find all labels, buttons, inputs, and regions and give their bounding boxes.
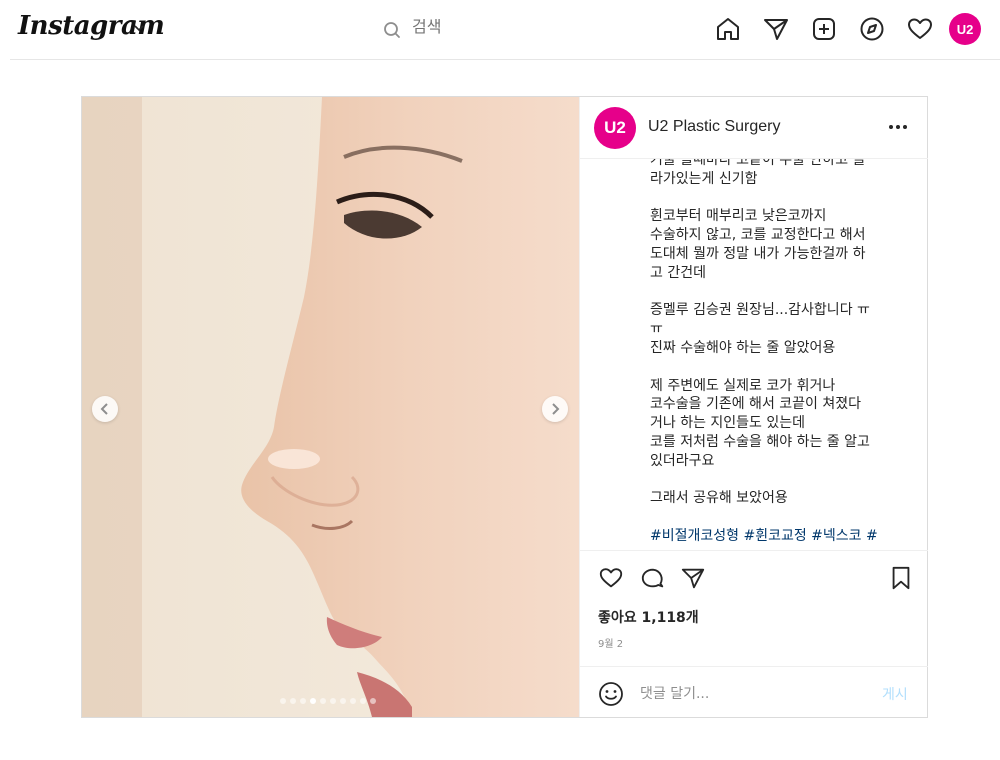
search-icon [384,22,400,38]
author-username[interactable]: U2 Plastic Surgery [648,118,781,136]
profile-avatar[interactable]: U2 [949,13,981,45]
carousel-dot [280,698,286,704]
post-comment-button[interactable]: 게시 [882,684,908,704]
caption-scroll-area[interactable]: 거울 볼때마다 코끝이 수술 안하고 올라가있는게 신기함휜코부터 매부리코 낮… [580,159,928,550]
caption-line [650,283,902,302]
post-card: U2 U2 Plastic Surgery 거울 볼때마다 코끝이 수술 안하고… [81,96,928,718]
post-header: U2 U2 Plastic Surgery [580,97,928,159]
emoji-icon[interactable] [598,681,624,707]
post-date[interactable]: 9월 2 [598,635,623,650]
carousel-prev-button[interactable] [92,396,118,422]
carousel-dot [300,698,306,704]
caption-line: 라가있는게 신기함 [650,170,758,187]
caption-line [650,508,902,527]
comment-input[interactable] [640,683,860,705]
caption-line [650,189,902,208]
caption-line [650,358,902,377]
caption-line: 수술하지 않고, 코를 교정한다고 해서 [650,227,866,244]
caption-text: 거울 볼때마다 코끝이 수술 안하고 올라가있는게 신기함휜코부터 매부리코 낮… [650,159,902,546]
caption-line: 코수술을 기존에 해서 코끝이 쳐졌다 [650,396,861,413]
post-sidebar: U2 U2 Plastic Surgery 거울 볼때마다 코끝이 수술 안하고… [579,97,928,718]
search-input[interactable] [412,19,572,37]
caption-line: 거울 볼때마다 코끝이 수술 안하고 올 [650,159,866,168]
search-box[interactable] [380,16,580,44]
post-media[interactable] [82,97,579,717]
comment-bubble-icon[interactable] [640,565,668,593]
caption-line: 휜코부터 매부리코 낮은코까지 [650,208,827,225]
nav-divider [10,59,1000,60]
carousel-dot [290,698,296,704]
comment-bar: 게시 [580,666,928,718]
caption-line: 제 주변에도 실제로 코가 휘거나 [650,377,836,394]
home-icon[interactable] [712,13,744,45]
activity-heart-icon[interactable] [904,13,936,45]
more-options-icon[interactable] [884,115,912,139]
caption-line: 그래서 공유해 보았어용 [650,490,788,507]
caption-line: 거나 하는 지인들도 있는데 [650,415,806,432]
carousel-dot [320,698,326,704]
post-photo [82,97,579,717]
carousel-dot [360,698,366,704]
post-actions: 좋아요 1,118개 9월 2 [580,550,928,666]
carousel-dot [310,698,316,704]
carousel-dot [340,698,346,704]
carousel-next-button[interactable] [542,396,568,422]
like-count[interactable]: 좋아요 1,118개 [598,607,699,627]
caption-line: 진짜 수술해야 하는 줄 알았어용 [650,339,836,356]
explore-icon[interactable] [856,13,888,45]
carousel-dot [350,698,356,704]
carousel-dot [330,698,336,704]
direct-icon[interactable] [760,13,792,45]
top-nav: Instagram U2 [0,0,1000,60]
new-post-icon[interactable] [808,13,840,45]
carousel-indicator [280,698,376,706]
chevron-right-icon [552,403,560,415]
like-heart-icon[interactable] [598,565,626,593]
caption-line [650,471,902,490]
caption-line: 코를 저처럼 수술을 해야 하는 줄 알고 [650,433,870,450]
caption-line: 도대체 뭘까 정말 내가 가능한걸까 하 [650,245,866,262]
caption-line: 고 간건데 [650,264,706,281]
chevron-left-icon [100,403,108,415]
share-direct-icon[interactable] [680,565,708,593]
author-avatar[interactable]: U2 [594,107,636,149]
carousel-dot [370,698,376,704]
save-bookmark-icon[interactable] [888,565,916,593]
chevron-down-icon[interactable] [133,22,145,34]
caption-line: ㅠ [650,321,663,338]
caption-line: 증멜루 김승권 원장님...감사합니다 ㅠ [650,302,870,319]
caption-line: 있더라구요 [650,452,715,469]
caption-hashtags[interactable]: #비절개코성형 #휜코교정 #넥스코 # [650,527,902,546]
